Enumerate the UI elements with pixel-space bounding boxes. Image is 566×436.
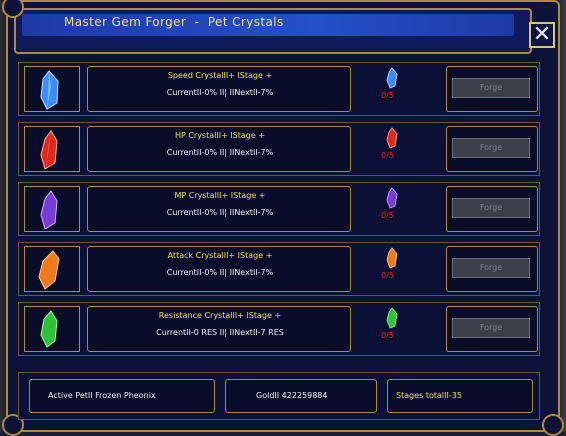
purple-crystal-icon [386, 187, 398, 209]
active-pet-label: Active PetII Frozen Pheonix [48, 391, 156, 400]
red-crystal-icon [40, 130, 58, 170]
forge-button-frame: Forge [446, 126, 538, 172]
forge-button-frame: Forge [446, 186, 538, 232]
crystal-name: Speed CrystalII+ IStage + [167, 71, 273, 80]
forge-button[interactable]: Forge [452, 198, 530, 218]
crystal-info-panel: MP CrystalII+ IStage + CurrentII-0% II| … [87, 186, 351, 232]
crystal-row-mp: MP CrystalII+ IStage + CurrentII-0% II| … [18, 182, 540, 236]
blue-crystal-icon [386, 67, 398, 89]
orange-crystal-icon [386, 247, 398, 269]
active-pet-panel: Active PetII Frozen Pheonix [29, 379, 215, 413]
crystal-slot[interactable] [24, 306, 80, 352]
crystal-name: Resistance CrystalII+ IStage + [158, 311, 282, 320]
crystal-info-panel: Attack CrystalII+ IStage + CurrentII-0% … [87, 246, 351, 292]
forge-button-frame: Forge [446, 66, 538, 112]
crystal-stats: CurrentII-0% II| IINextII-7% [166, 88, 274, 97]
stages-total-panel: Stages totalII-35 [387, 379, 533, 413]
stages-total-label: Stages totalII-35 [396, 391, 462, 400]
blue-crystal-icon [40, 70, 59, 110]
corner-ornament [542, 414, 564, 436]
crystal-name: HP CrystalII+ IStage + [174, 131, 266, 140]
material-count: 0/5 [381, 151, 394, 160]
material-count: 0/5 [381, 271, 394, 280]
material-count: 0/5 [381, 331, 394, 340]
orange-crystal-icon [38, 250, 60, 290]
crystal-info-panel: Speed CrystalII+ IStage + CurrentII-0% I… [87, 66, 351, 112]
crystal-stats: CurrentII-0% II| IINextII-7% [166, 148, 274, 157]
crystal-stats: CurrentII-0 RES II| IINextII-7 RES [156, 328, 284, 337]
crystal-slot[interactable] [24, 246, 80, 292]
material-count: 0/5 [381, 91, 394, 100]
crystal-slot[interactable] [24, 66, 80, 112]
green-crystal-icon [40, 310, 58, 348]
crystal-row-resistance: Resistance CrystalII+ IStage + CurrentII… [18, 302, 540, 356]
window-title: Master Gem Forger - Pet Crystals [64, 15, 284, 29]
crystal-name: MP CrystalII+ IStage + [174, 191, 266, 200]
forge-button[interactable]: Forge [452, 78, 530, 98]
forge-button[interactable]: Forge [452, 318, 530, 338]
forge-button[interactable]: Forge [452, 138, 530, 158]
crystal-row-attack: Attack CrystalII+ IStage + CurrentII-0% … [18, 242, 540, 296]
forge-button-frame: Forge [446, 246, 538, 292]
forge-button-frame: Forge [446, 306, 538, 352]
forge-button[interactable]: Forge [452, 258, 530, 278]
red-crystal-icon [386, 127, 398, 149]
gold-panel: GoldII 422259884 [225, 379, 377, 413]
close-button[interactable]: ✕ [529, 22, 555, 48]
crystal-stats: CurrentII-0% II| IINextII-7% [166, 268, 274, 277]
crystal-name: Attack CrystalII+ IStage + [167, 251, 273, 260]
crystal-slot[interactable] [24, 186, 80, 232]
crystal-info-panel: Resistance CrystalII+ IStage + CurrentII… [87, 306, 351, 352]
material-count: 0/5 [381, 211, 394, 220]
crystal-row-speed: Speed CrystalII+ IStage + CurrentII-0% I… [18, 62, 540, 116]
crystal-stats: CurrentII-0% II| IINextII-7% [166, 208, 274, 217]
gold-label: GoldII 422259884 [256, 391, 328, 400]
green-crystal-icon [386, 307, 398, 329]
status-footer: Active PetII Frozen Pheonix GoldII 42225… [18, 372, 540, 420]
crystal-row-hp: HP CrystalII+ IStage + CurrentII-0% II| … [18, 122, 540, 176]
crystal-slot[interactable] [24, 126, 80, 172]
purple-crystal-icon [40, 190, 58, 230]
crystal-info-panel: HP CrystalII+ IStage + CurrentII-0% II| … [87, 126, 351, 172]
